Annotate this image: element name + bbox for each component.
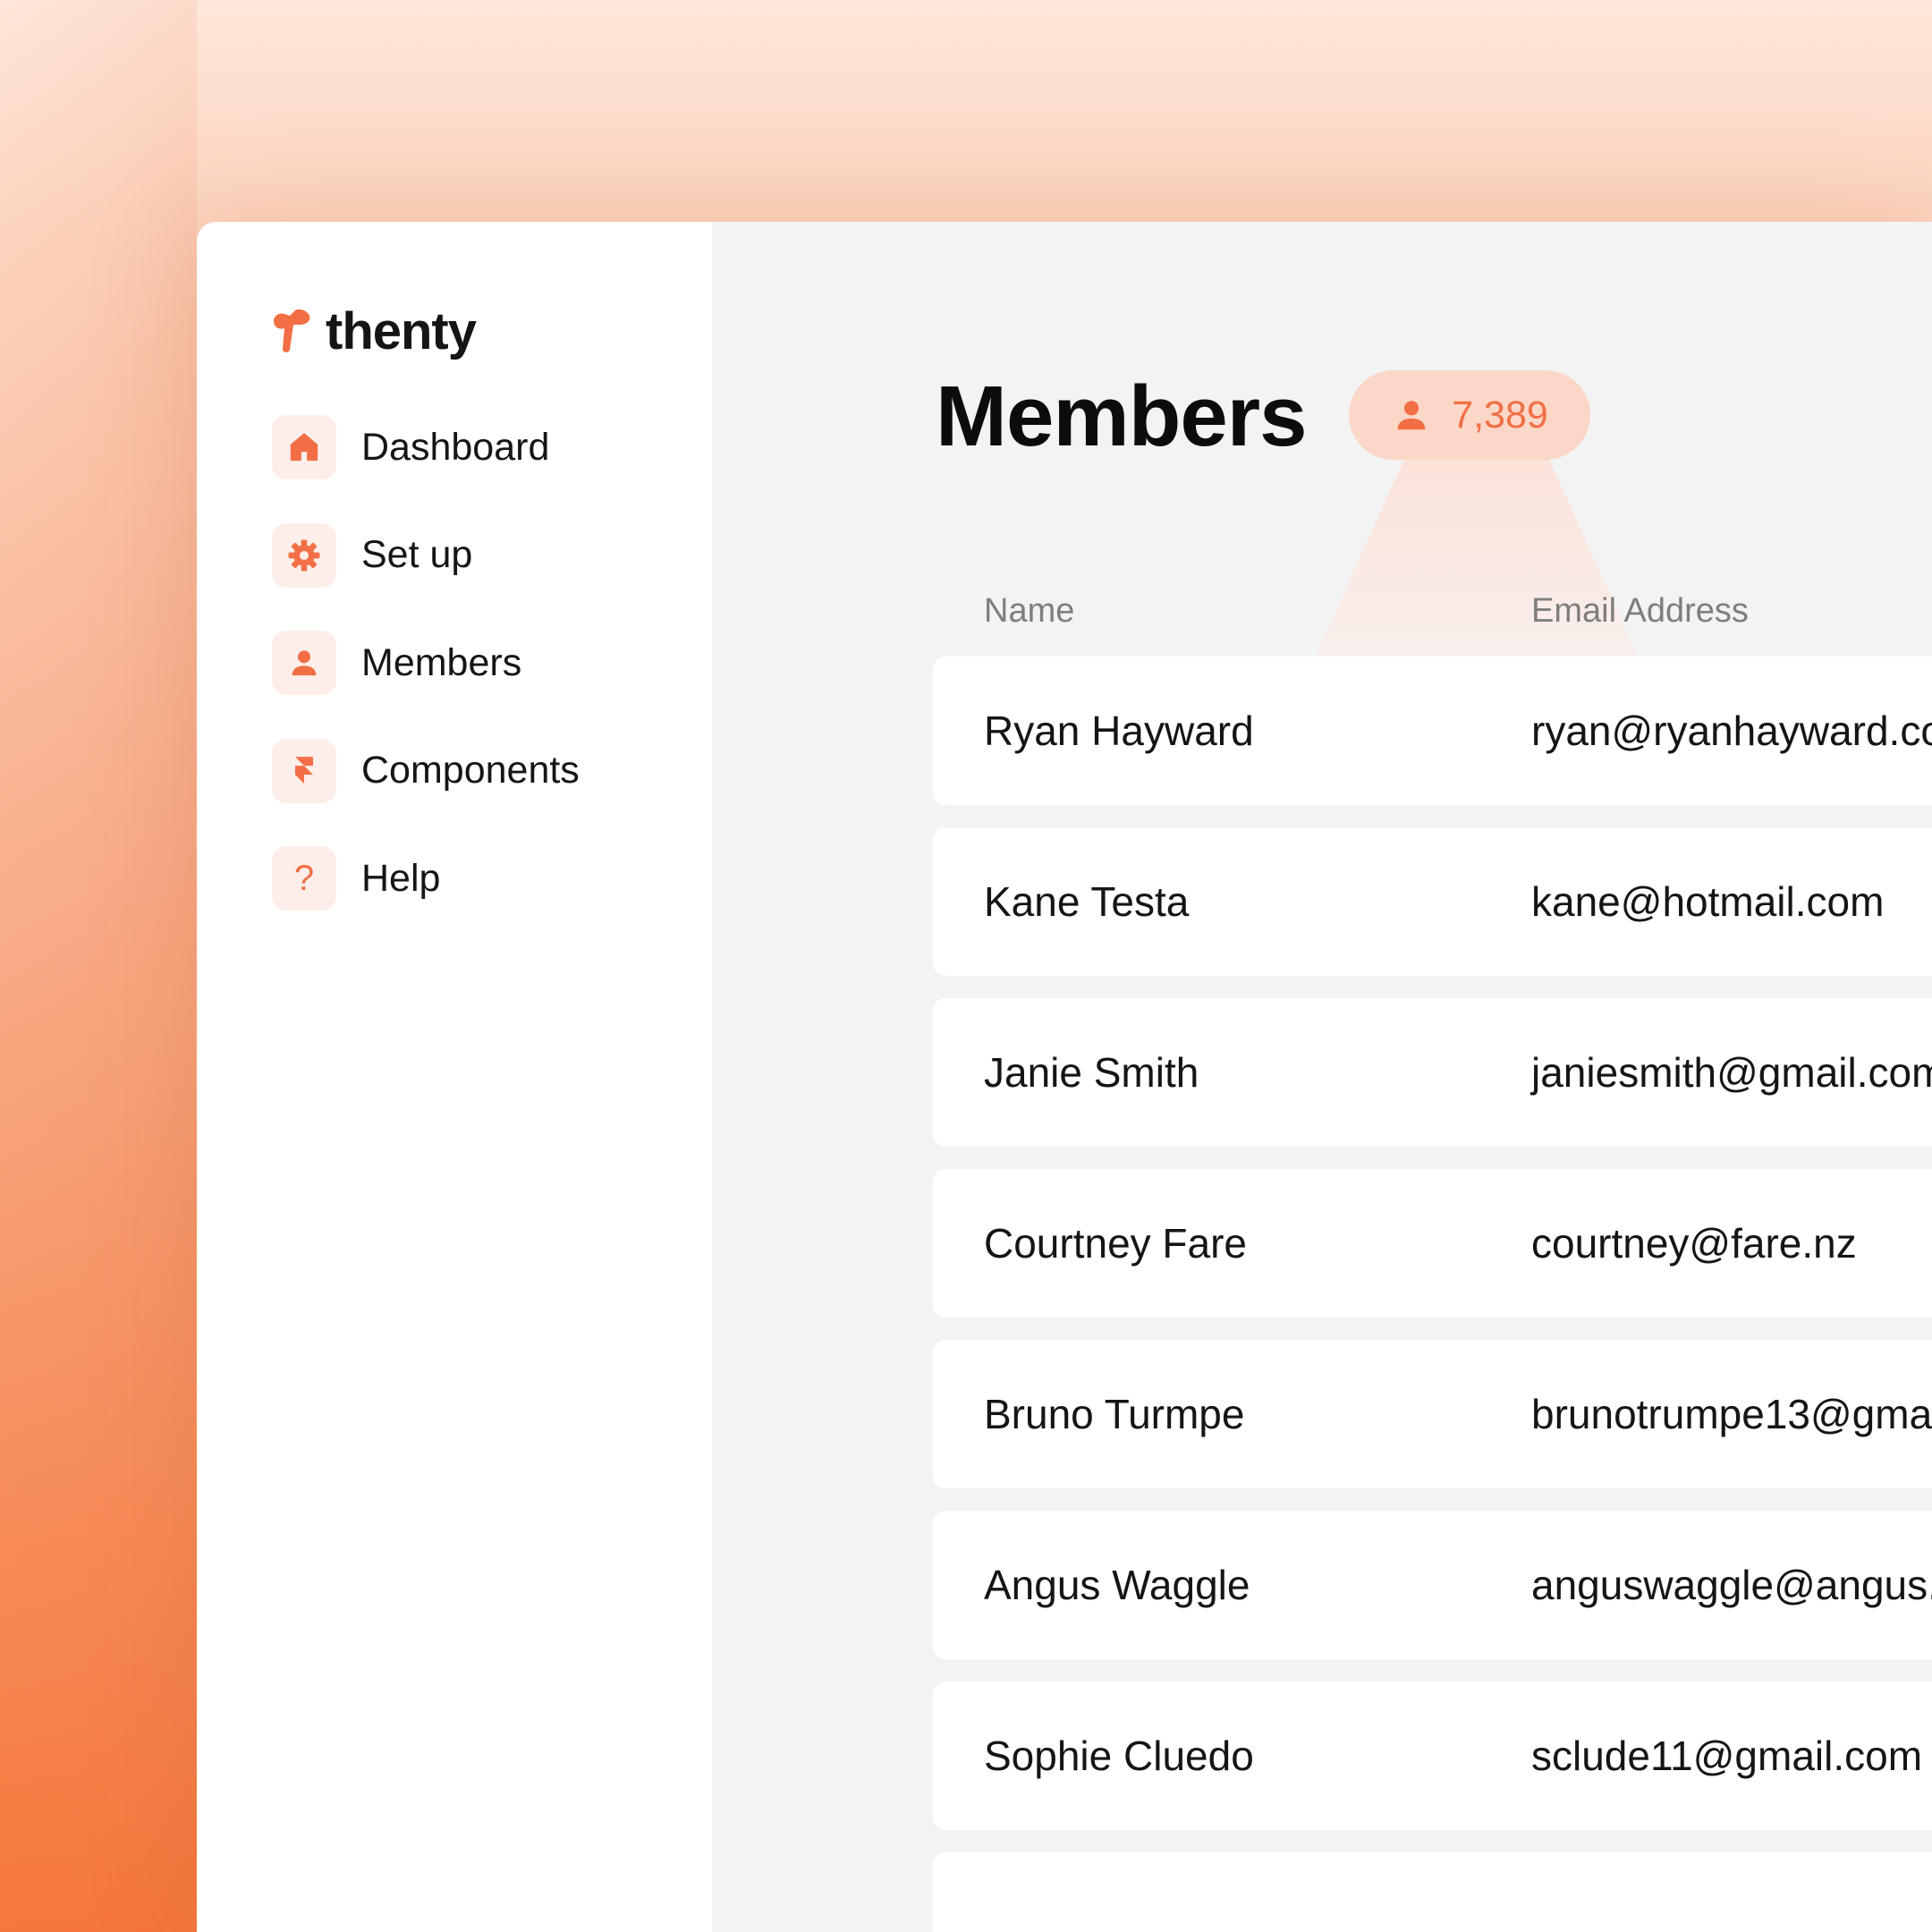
gear-icon xyxy=(272,522,336,588)
member-name: Janie Smith xyxy=(984,1049,1199,1096)
table-row[interactable]: Kane Testa kane@hotmail.com xyxy=(933,827,1932,976)
member-name: Angus Waggle xyxy=(984,1562,1250,1608)
sidebar-item-label: Help xyxy=(361,856,441,900)
member-name: Kane Testa xyxy=(984,878,1190,925)
page-title: Members xyxy=(936,369,1307,464)
member-name: Courtney Fare xyxy=(984,1220,1248,1267)
sidebar-item-help[interactable]: ? Help xyxy=(272,846,580,911)
table-row[interactable]: Sophie Cluedo sclude11@gmail.com xyxy=(933,1682,1932,1830)
sidebar-item-label: Members xyxy=(361,640,522,684)
table-row[interactable]: Janie Smith janiesmith@gmail.com xyxy=(933,998,1932,1147)
sidebar-item-dashboard[interactable]: Dashboard xyxy=(272,415,580,479)
sidebar: thenty Dashboard Set up Members Componen… xyxy=(197,222,712,1932)
table-row[interactable]: Courtney Fare courtney@fare.nz xyxy=(933,1169,1932,1318)
table-header: Name Email Address xyxy=(984,592,1932,646)
question-glyph: ? xyxy=(293,858,315,898)
brand-name: thenty xyxy=(326,301,477,360)
sidebar-item-set-up[interactable]: Set up xyxy=(272,522,580,588)
member-email: janiesmith@gmail.com xyxy=(1531,1049,1932,1096)
main-content: Members 7,389 Name Email Address Ryan Ha… xyxy=(712,222,1932,1932)
user-icon xyxy=(1397,401,1426,430)
thenty-logo-icon xyxy=(274,309,310,352)
sidebar-item-members[interactable]: Members xyxy=(272,631,580,695)
table-row[interactable]: Bruno Turmpe brunotrumpe13@gma xyxy=(933,1340,1932,1488)
column-header-email[interactable]: Email Address xyxy=(1531,592,1749,631)
member-email: ryan@ryanhayward.co xyxy=(1531,708,1932,754)
user-icon xyxy=(272,631,336,695)
column-header-name[interactable]: Name xyxy=(984,592,1074,631)
home-icon xyxy=(272,415,336,479)
sidebar-item-components[interactable]: Components xyxy=(272,738,580,803)
sidebar-nav: Dashboard Set up Members Components ? He… xyxy=(272,415,580,954)
member-email: kane@hotmail.com xyxy=(1531,878,1885,925)
members-table: Ryan Hayward ryan@ryanhayward.co Kane Te… xyxy=(933,657,1932,1932)
member-email: sclude11@gmail.com xyxy=(1531,1733,1923,1779)
member-email: brunotrumpe13@gma xyxy=(1531,1391,1932,1437)
app-window: thenty Dashboard Set up Members Componen… xyxy=(197,222,1932,1932)
member-count-badge: 7,389 xyxy=(1349,370,1590,460)
sidebar-item-label: Set up xyxy=(361,533,473,576)
brand-logo[interactable]: thenty xyxy=(272,295,477,367)
member-count: 7,389 xyxy=(1452,393,1548,436)
sidebar-item-label: Components xyxy=(361,749,580,792)
member-name: Sophie Cluedo xyxy=(984,1733,1254,1779)
table-row[interactable]: Angus Waggle anguswaggle@angus. xyxy=(933,1511,1932,1659)
table-row[interactable]: Ryan Hayward ryan@ryanhayward.co xyxy=(933,657,1932,805)
sidebar-item-label: Dashboard xyxy=(361,425,550,469)
question-icon: ? xyxy=(272,846,336,911)
member-name: Bruno Turmpe xyxy=(984,1391,1245,1437)
table-row[interactable] xyxy=(933,1852,1932,1932)
background xyxy=(0,0,197,1932)
member-email: anguswaggle@angus. xyxy=(1531,1562,1932,1608)
framer-icon xyxy=(272,738,336,803)
member-email: courtney@fare.nz xyxy=(1531,1220,1857,1267)
member-name: Ryan Hayward xyxy=(984,708,1254,754)
